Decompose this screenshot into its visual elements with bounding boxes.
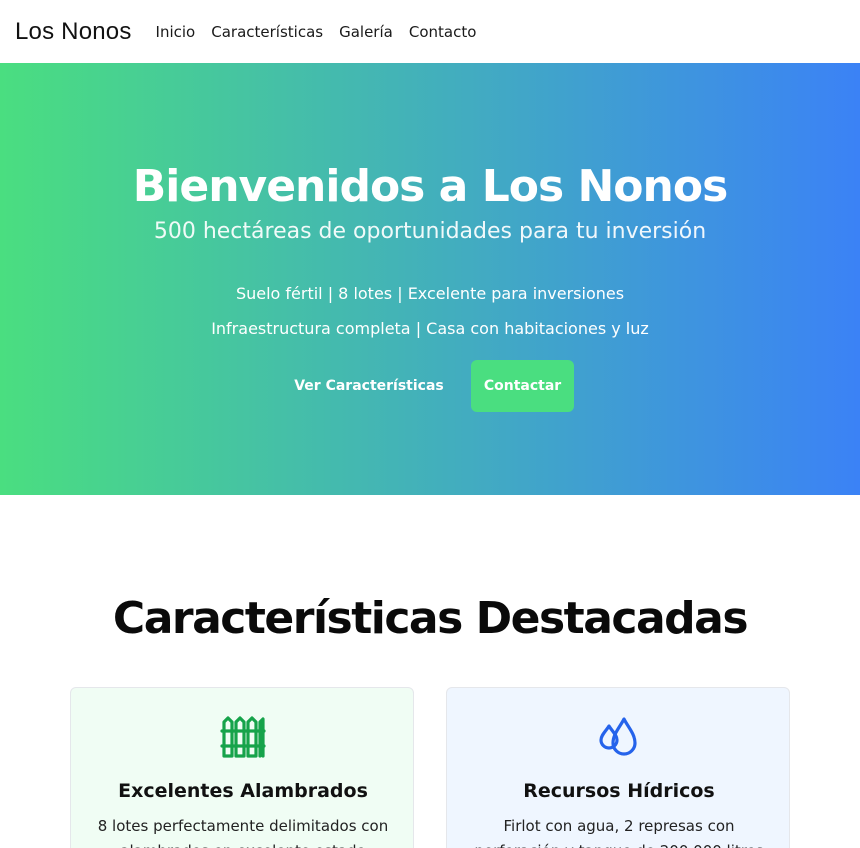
feature-card-title: Recursos Hídricos [523, 780, 715, 802]
water-drops-icon [447, 716, 791, 758]
hero-title: Bienvenidos a Los Nonos [132, 161, 729, 212]
nav-link-inicio[interactable]: Inicio [156, 23, 196, 41]
fence-icon [71, 716, 415, 758]
nav-link-galeria[interactable]: Galería [339, 23, 393, 41]
hero-highlights-line-1: Suelo fértil | 8 lotes | Excelente para … [235, 284, 625, 303]
hero-subtitle: 500 hectáreas de oportunidades para tu i… [153, 219, 707, 244]
feature-card-fencing: Excelentes Alambrados 8 lotes perfectame… [70, 687, 414, 848]
nav-links: Inicio Características Galería Contacto [156, 23, 477, 41]
contact-button[interactable]: Contactar [471, 360, 574, 412]
hero-highlights-line-2: Infraestructura completa | Casa con habi… [211, 319, 649, 338]
feature-card-title: Excelentes Alambrados [118, 780, 368, 802]
view-features-button[interactable]: Ver Características [286, 360, 452, 412]
nav-link-contacto[interactable]: Contacto [409, 23, 477, 41]
feature-card-text: Firlot con agua, 2 represas con perforac… [474, 817, 763, 848]
nav-link-caracteristicas[interactable]: Características [211, 23, 323, 41]
features-title: Características Destacadas [112, 593, 749, 644]
navbar: Los Nonos Inicio Características Galería… [0, 0, 860, 63]
feature-card-water: Recursos Hídricos Firlot con agua, 2 rep… [446, 687, 790, 848]
hero-section: Bienvenidos a Los Nonos 500 hectáreas de… [0, 63, 860, 495]
feature-card-text: 8 lotes perfectamente delimitados con al… [97, 817, 389, 848]
brand-logo[interactable]: Los Nonos [15, 18, 132, 46]
